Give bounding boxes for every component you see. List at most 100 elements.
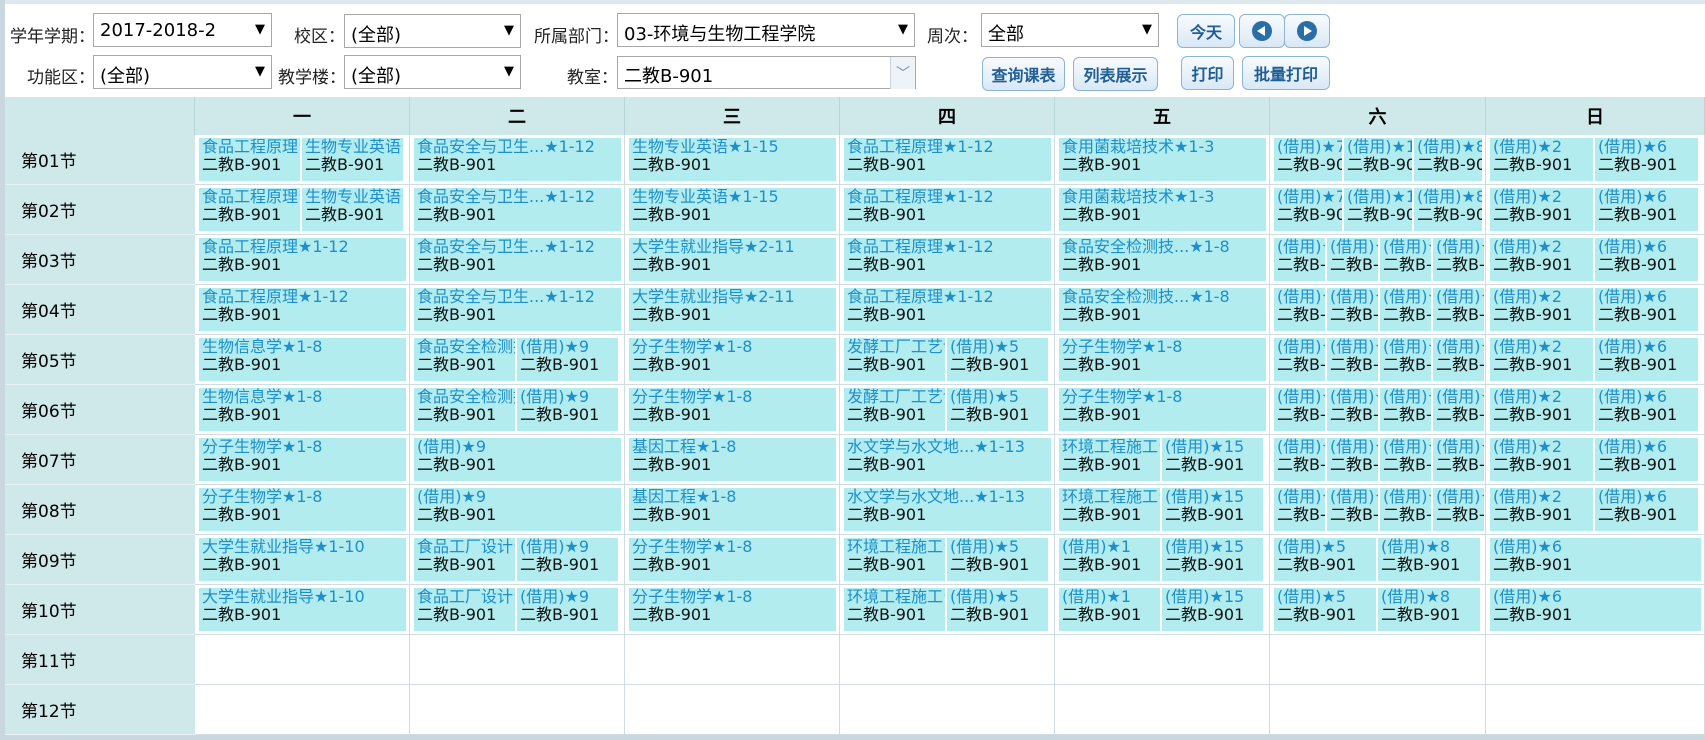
course-name-link[interactable]: (借用)★8 — [1417, 188, 1482, 206]
course-name-link[interactable]: (借用)★1 — [1347, 188, 1412, 206]
course-entry[interactable]: 食品安全检测技术★二教B-901 — [414, 388, 515, 431]
course-entry[interactable]: (借用)★5 二教B-901 — [1274, 538, 1376, 581]
timetable-cell[interactable]: 大学生就业指导★1-10 二教B-901 — [195, 585, 410, 635]
course-entry[interactable]: 食品工程原理★1-12二教B-901 — [844, 138, 1051, 181]
course-name-link[interactable]: (借用)★ — [1383, 438, 1431, 456]
course-name-link[interactable]: 发酵工厂工艺设计★ — [847, 338, 945, 356]
course-entry[interactable]: 食品安全与卫生...★1-12 二教B-901 — [414, 188, 621, 231]
course-name-link[interactable]: 食品工程原理★1-12 — [202, 238, 406, 256]
course-entry[interactable]: (借用)★二教B-901 — [1380, 388, 1431, 431]
course-name-link[interactable]: 分子生物学★1-8 — [1062, 338, 1266, 356]
course-name-link[interactable]: 食品安全与卫生...★1-12 — [417, 138, 621, 156]
course-name-link[interactable]: (借用)★9 — [417, 438, 621, 456]
course-entry[interactable]: (借用)★5 二教B-901 — [947, 538, 1048, 581]
course-name-link[interactable]: 食品安全检测技...★1-8 — [1062, 238, 1266, 256]
course-name-link[interactable]: (借用)★ — [1330, 438, 1378, 456]
course-entry[interactable]: (借用)★6 二教B-901 — [1490, 588, 1701, 631]
course-entry[interactable]: 食用菌栽培技术★1-3 二教B-901 — [1059, 138, 1266, 181]
timetable-cell[interactable]: 分子生物学★1-8 二教B-901 — [195, 435, 410, 485]
course-name-link[interactable]: (借用)★15 — [1165, 538, 1263, 556]
course-name-link[interactable]: (借用)★6 — [1493, 538, 1701, 556]
course-name-link[interactable]: (借用)★8 — [1381, 538, 1480, 556]
course-name-link[interactable]: (借用)★6 — [1598, 138, 1698, 156]
timetable-cell[interactable]: 分子生物学★1-8 二教B-901 — [625, 335, 840, 385]
timetable-cell[interactable] — [1270, 685, 1486, 735]
course-entry[interactable]: (借用)★15 二教B-901 — [1162, 488, 1263, 531]
course-name-link[interactable]: (借用)★7 — [1277, 138, 1342, 156]
timetable-cell[interactable]: 分子生物学★1-8 二教B-901 — [625, 535, 840, 585]
course-name-link[interactable]: (借用)★6 — [1598, 238, 1698, 256]
timetable-cell[interactable]: 食品工程原理★1-12 二教B-901 — [195, 235, 410, 285]
timetable-cell[interactable]: 食品安全与卫生...★1-12 二教B-901 — [410, 235, 625, 285]
course-name-link[interactable]: (借用)★9 — [520, 538, 618, 556]
timetable-cell[interactable] — [625, 635, 840, 685]
timetable-cell[interactable]: 食品工程原理★1-12二教B-901生物专业英语★1-15二教B-901 — [195, 185, 410, 235]
course-entry[interactable]: (借用)★二教B-901 — [1433, 488, 1484, 531]
course-entry[interactable]: (借用)★1二教B-901 — [1344, 138, 1412, 181]
course-entry[interactable]: (借用)★二教B-901 — [1327, 288, 1378, 331]
course-entry[interactable]: 水文学与水文地...★1-13 二教B-901 — [844, 488, 1051, 531]
previous-week-button[interactable] — [1239, 14, 1285, 48]
timetable-cell[interactable] — [1486, 635, 1705, 685]
course-name-link[interactable]: 生物专业英语★1-15 — [632, 188, 836, 206]
course-entry[interactable]: 食品安全检测技...★1-8 二教B-901 — [1059, 288, 1266, 331]
course-entry[interactable]: (借用)★二教B-901 — [1380, 338, 1431, 381]
timetable-cell[interactable]: 生物信息学★1-8 二教B-901 — [195, 335, 410, 385]
next-week-button[interactable] — [1284, 14, 1330, 48]
course-entry[interactable]: (借用)★9 二教B-901 — [414, 488, 621, 531]
course-entry[interactable]: (借用)★6 二教B-901 — [1595, 138, 1698, 181]
timetable-cell[interactable] — [840, 685, 1055, 735]
course-name-link[interactable]: (借用)★ — [1277, 238, 1325, 256]
timetable-cell[interactable]: 分子生物学★1-8 二教B-901 — [625, 385, 840, 435]
course-name-link[interactable]: 生物专业英语★1-15 — [632, 138, 836, 156]
timetable-cell[interactable]: 食品工程原理★1-12 二教B-901 — [840, 235, 1055, 285]
course-name-link[interactable]: 食品安全与卫生...★1-12 — [417, 238, 621, 256]
course-name-link[interactable]: (借用)★ — [1383, 488, 1431, 506]
course-name-link[interactable]: 水文学与水文地...★1-13 — [847, 488, 1051, 506]
course-entry[interactable]: (借用)★9 二教B-901 — [517, 588, 618, 631]
course-entry[interactable]: 分子生物学★1-8 二教B-901 — [1059, 338, 1266, 381]
course-entry[interactable]: (借用)★二教B-901 — [1380, 288, 1431, 331]
course-entry[interactable]: 分子生物学★1-8 二教B-901 — [629, 538, 836, 581]
timetable-cell[interactable]: 水文学与水文地...★1-13 二教B-901 — [840, 485, 1055, 535]
course-entry[interactable]: 食品工程原理★1-12二教B-901 — [844, 188, 1051, 231]
batch-print-button[interactable]: 批量打印 — [1242, 56, 1330, 90]
course-name-link[interactable]: 环境工程施工★ — [847, 538, 945, 556]
timetable-cell[interactable] — [1486, 685, 1705, 735]
course-entry[interactable]: (借用)★5 二教B-901 — [947, 338, 1048, 381]
course-entry[interactable]: 生物专业英语★1-15二教B-901 — [629, 188, 836, 231]
course-entry[interactable]: (借用)★9 二教B-901 — [517, 538, 618, 581]
course-name-link[interactable]: (借用)★5 — [950, 588, 1048, 606]
course-name-link[interactable]: (借用)★5 — [1277, 588, 1376, 606]
course-entry[interactable]: (借用)★9 二教B-901 — [517, 388, 618, 431]
course-name-link[interactable]: 大学生就业指导★1-10 — [202, 538, 406, 556]
course-entry[interactable]: 分子生物学★1-8 二教B-901 — [629, 388, 836, 431]
course-name-link[interactable]: (借用)★2 — [1493, 238, 1593, 256]
course-name-link[interactable]: (借用)★2 — [1493, 288, 1593, 306]
course-entry[interactable]: (借用)★二教B-901 — [1274, 388, 1325, 431]
course-entry[interactable]: (借用)★7二教B-901 — [1274, 188, 1342, 231]
course-entry[interactable]: (借用)★二教B-901 — [1327, 338, 1378, 381]
course-entry[interactable]: 环境工程施工★二教B-901 — [1059, 438, 1160, 481]
timetable-cell[interactable] — [840, 635, 1055, 685]
course-entry[interactable]: (借用)★6 二教B-901 — [1595, 488, 1698, 531]
timetable-cell[interactable]: (借用)★6 二教B-901 — [1486, 585, 1705, 635]
timetable-cell[interactable]: 生物专业英语★1-15 二教B-901 — [625, 135, 840, 185]
course-entry[interactable]: 食用菌栽培技术★1-3 二教B-901 — [1059, 188, 1266, 231]
course-entry[interactable]: (借用)★二教B-901 — [1327, 238, 1378, 281]
course-entry[interactable]: (借用)★6 二教B-901 — [1595, 338, 1698, 381]
timetable-cell[interactable]: 生物信息学★1-8 二教B-901 — [195, 385, 410, 435]
course-entry[interactable]: (借用)★2 二教B-901 — [1490, 438, 1593, 481]
course-name-link[interactable]: 大学生就业指导★1-10 — [202, 588, 406, 606]
course-entry[interactable]: (借用)★二教B-901 — [1433, 288, 1484, 331]
course-name-link[interactable]: (借用)★8 — [1381, 588, 1480, 606]
course-entry[interactable]: (借用)★8二教B-901 — [1378, 538, 1480, 581]
course-name-link[interactable]: 食品工程原理★1-12 — [847, 188, 1051, 206]
course-name-link[interactable]: (借用)★15 — [1165, 488, 1263, 506]
timetable-cell[interactable]: 食品安全与卫生...★1-12 二教B-901 — [410, 135, 625, 185]
classroom-combobox[interactable]: 二教B-901 ﹀ — [617, 56, 916, 89]
timetable-cell[interactable]: (借用)★2 二教B-901 (借用)★6 二教B-901 — [1486, 235, 1705, 285]
course-entry[interactable]: (借用)★二教B-901 — [1380, 488, 1431, 531]
course-name-link[interactable]: 食品工厂设计★ — [417, 538, 515, 556]
course-entry[interactable]: 食品工程原理★1-12二教B-901 — [199, 188, 300, 231]
